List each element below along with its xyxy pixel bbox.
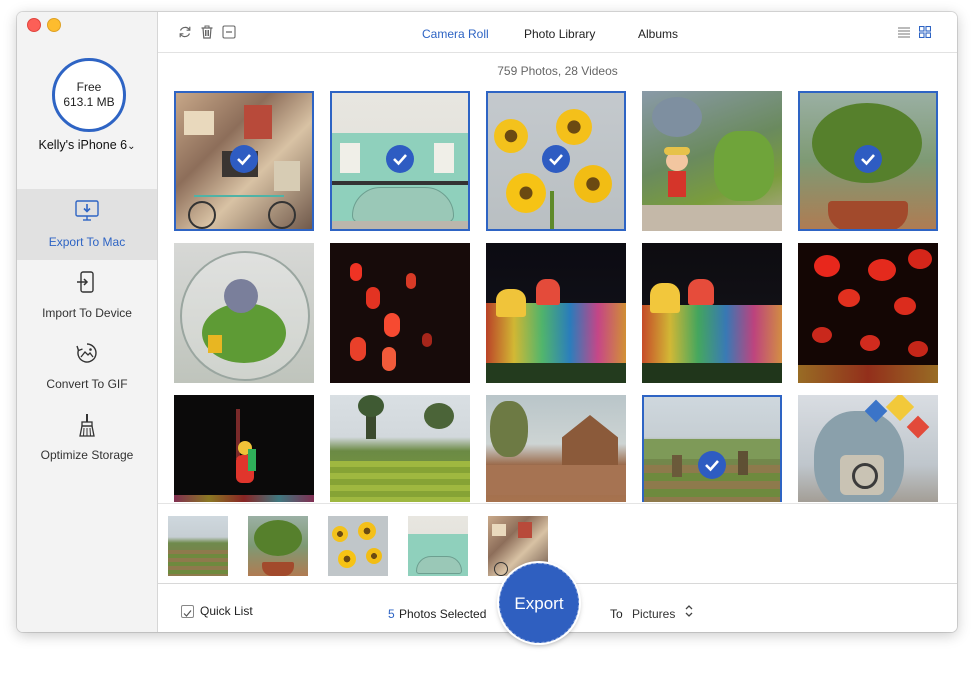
photo-tile[interactable] <box>174 395 314 502</box>
gif-convert-icon <box>76 343 97 363</box>
selected-check-icon <box>542 145 570 173</box>
destination-select[interactable]: Pictures <box>632 607 675 621</box>
selected-check-icon <box>854 145 882 173</box>
minimize-window-button[interactable] <box>47 18 61 32</box>
photo-tile[interactable] <box>486 91 626 231</box>
quick-list-thumb[interactable] <box>168 516 228 576</box>
top-toolbar: Camera Roll Photo Library Albums <box>158 12 957 53</box>
quick-list-label[interactable]: Quick List <box>200 604 253 618</box>
deselect-icon[interactable] <box>222 25 236 39</box>
grid-view-icon[interactable] <box>919 26 931 38</box>
selected-check-icon <box>386 145 414 173</box>
quick-list-thumb[interactable] <box>408 516 468 576</box>
photo-tile[interactable] <box>486 243 626 383</box>
photo-tile[interactable] <box>798 91 938 231</box>
refresh-icon[interactable] <box>178 25 192 39</box>
sidebar-item-convert-to-gif[interactable]: Convert To GIF <box>17 331 157 402</box>
tab-photo-library[interactable]: Photo Library <box>524 27 595 41</box>
sidebar-item-optimize-storage[interactable]: Optimize Storage <box>17 402 157 473</box>
sidebar-item-import-to-device[interactable]: Import To Device <box>17 260 157 331</box>
export-button[interactable]: Export <box>499 563 579 643</box>
photo-tile[interactable] <box>642 91 782 231</box>
selected-count: 5 <box>388 607 395 621</box>
sidebar: Free 613.1 MB Kelly's iPhone 6⌄ Export T… <box>17 12 158 632</box>
sidebar-item-export-to-mac[interactable]: Export To Mac <box>17 189 157 260</box>
destination-to-label: To <box>610 607 623 621</box>
selected-check-icon <box>230 145 258 173</box>
photo-tile[interactable] <box>798 243 938 383</box>
photo-tile[interactable] <box>174 243 314 383</box>
quick-list-thumb[interactable] <box>248 516 308 576</box>
device-selector[interactable]: Kelly's iPhone 6⌄ <box>17 138 157 152</box>
selected-check-icon <box>698 451 726 479</box>
broom-icon <box>79 414 95 437</box>
sidebar-item-label: Optimize Storage <box>40 448 134 462</box>
select-arrows-icon[interactable] <box>685 604 693 618</box>
storage-indicator: Free 613.1 MB <box>52 58 126 132</box>
monitor-export-icon <box>75 200 99 221</box>
tab-camera-roll[interactable]: Camera Roll <box>422 27 489 41</box>
storage-free-label: Free <box>76 80 102 94</box>
media-count: 759 Photos, 28 Videos <box>497 64 618 78</box>
list-view-icon[interactable] <box>898 27 910 38</box>
phone-import-icon <box>77 271 94 293</box>
storage-free-size: 613.1 MB <box>63 95 115 109</box>
chevron-down-icon: ⌄ <box>127 141 136 152</box>
photo-tile[interactable] <box>642 243 782 383</box>
trash-icon[interactable] <box>200 25 214 39</box>
tab-albums[interactable]: Albums <box>638 27 678 41</box>
sidebar-item-label: Export To Mac <box>48 235 126 249</box>
photo-tile[interactable] <box>330 91 470 231</box>
app-window: Free 613.1 MB Kelly's iPhone 6⌄ Export T… <box>17 12 957 632</box>
quick-list-thumb[interactable] <box>328 516 388 576</box>
photo-grid <box>158 86 957 502</box>
photo-tile[interactable] <box>174 91 314 231</box>
photo-tile[interactable] <box>330 395 470 502</box>
sidebar-item-label: Convert To GIF <box>46 377 128 391</box>
photo-tile[interactable] <box>642 395 782 502</box>
device-name: Kelly's iPhone 6 <box>38 138 128 152</box>
quick-list-checkbox[interactable] <box>181 605 194 618</box>
checkmark-icon <box>183 610 192 617</box>
close-window-button[interactable] <box>27 18 41 32</box>
photo-tile[interactable] <box>486 395 626 502</box>
photo-tile[interactable] <box>798 395 938 502</box>
photo-tile[interactable] <box>330 243 470 383</box>
sidebar-item-label: Import To Device <box>42 306 132 320</box>
selected-label: Photos Selected <box>399 607 487 621</box>
